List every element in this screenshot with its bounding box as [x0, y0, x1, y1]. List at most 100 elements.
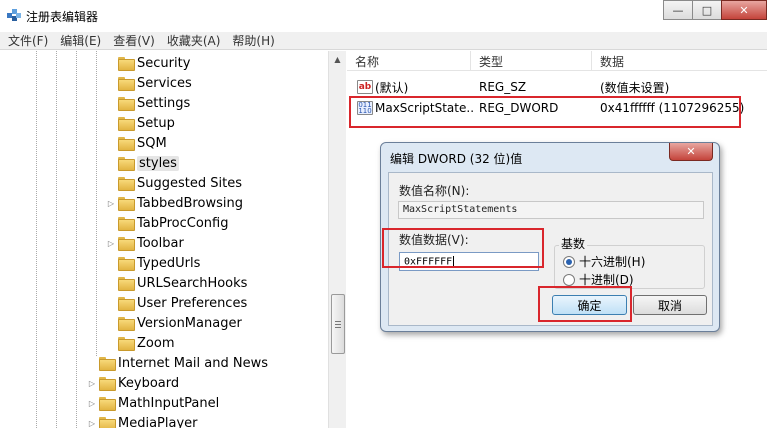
expand-arrow-icon[interactable]: ▷	[106, 239, 116, 248]
folder-icon	[118, 77, 135, 91]
string-value-icon: ab	[357, 80, 373, 94]
tree-item-label: MathInputPanel	[118, 395, 220, 411]
value-name: (默认)	[375, 80, 409, 95]
expand-arrow-icon[interactable]: ▷	[87, 419, 97, 428]
col-header-type[interactable]: 类型	[471, 51, 592, 71]
menu-edit[interactable]: 编辑(E)	[60, 32, 101, 49]
tree-item-label: TypedUrls	[137, 255, 201, 271]
tree-item-label: TabProcConfig	[137, 215, 229, 231]
tree-item-tabbedbrowsing[interactable]: ▷ TabbedBrowsing	[106, 193, 243, 213]
tree-item-versionmanager[interactable]: VersionManager	[106, 313, 242, 333]
tree-item-keyboard[interactable]: ▷ Keyboard	[87, 373, 179, 393]
folder-icon	[118, 237, 135, 251]
tree-scrollbar[interactable]: ▲	[328, 51, 346, 428]
folder-icon	[99, 377, 116, 391]
tree-item-label: Services	[137, 75, 192, 91]
expand-arrow-icon[interactable]: ▷	[87, 379, 97, 388]
folder-icon	[99, 357, 116, 371]
tree-item-security[interactable]: Security	[106, 53, 190, 73]
tree-item-services[interactable]: Services	[106, 73, 192, 93]
tree-item-label: URLSearchHooks	[137, 275, 248, 291]
expand-arrow-icon[interactable]: ▷	[87, 399, 97, 408]
tree-item-toolbar[interactable]: ▷ Toolbar	[106, 233, 184, 253]
tree-item-label: Suggested Sites	[137, 175, 242, 191]
highlight-box-value-row	[349, 96, 741, 128]
tree-item-mediaplayer[interactable]: ▷ MediaPlayer	[87, 413, 198, 428]
close-button[interactable]: ✕	[721, 0, 767, 20]
tree-item-suggested-sites[interactable]: Suggested Sites	[106, 173, 242, 193]
tree-item-user-preferences[interactable]: User Preferences	[106, 293, 247, 313]
tree-guide-line	[96, 51, 97, 356]
folder-icon	[118, 217, 135, 231]
tree-item-zoom[interactable]: Zoom	[106, 333, 174, 353]
tree-item-label: Zoom	[137, 335, 175, 351]
value-name-label: 数值名称(N):	[399, 184, 470, 198]
tree-item-urlsearchhooks[interactable]: URLSearchHooks	[106, 273, 247, 293]
highlight-box-ok-button	[538, 286, 632, 322]
cancel-button[interactable]: 取消	[633, 295, 707, 315]
folder-icon	[118, 57, 135, 71]
folder-icon	[118, 157, 135, 171]
tree-item-label: styles	[137, 155, 179, 171]
maximize-button[interactable]: □	[692, 0, 722, 20]
radio-selected-icon	[563, 255, 575, 268]
tree-item-mathinputpanel[interactable]: ▷ MathInputPanel	[87, 393, 219, 413]
menu-help[interactable]: 帮助(H)	[232, 32, 274, 49]
tree-item-label: Internet Mail and News	[118, 355, 269, 371]
folder-icon	[118, 177, 135, 191]
value-type: REG_SZ	[479, 80, 527, 94]
col-header-data[interactable]: 数据	[592, 51, 767, 71]
folder-icon	[118, 137, 135, 151]
tree-item-label: Security	[137, 55, 191, 71]
regedit-app-icon	[7, 9, 21, 21]
menu-view[interactable]: 查看(V)	[113, 32, 155, 49]
scroll-thumb[interactable]	[331, 294, 345, 354]
tree-item-label: Settings	[137, 95, 191, 111]
tree-item-label: MediaPlayer	[118, 415, 198, 428]
menu-bar: 文件(F) 编辑(E) 查看(V) 收藏夹(A) 帮助(H)	[0, 32, 767, 50]
folder-icon	[118, 297, 135, 311]
folder-icon	[118, 317, 135, 331]
folder-icon	[118, 257, 135, 271]
tree-item-tabprocconfig[interactable]: TabProcConfig	[106, 213, 229, 233]
tree-item-label: VersionManager	[137, 315, 242, 331]
expand-arrow-icon[interactable]: ▷	[106, 199, 116, 208]
folder-icon	[118, 97, 135, 111]
window-title: 注册表编辑器	[26, 10, 99, 24]
radio-unselected-icon	[563, 273, 575, 286]
title-bar: 注册表编辑器 — □ ✕	[0, 0, 767, 32]
tree-item-typedurls[interactable]: TypedUrls	[106, 253, 200, 273]
tree-item-label: User Preferences	[137, 295, 248, 311]
scroll-up-arrow-icon[interactable]: ▲	[331, 55, 344, 67]
window-controls: — □ ✕	[663, 0, 767, 22]
grip-line	[335, 321, 341, 322]
value-row-default[interactable]: ab (默认) REG_SZ (数值未设置)	[347, 77, 767, 97]
highlight-box-data-field	[382, 228, 544, 268]
menu-file[interactable]: 文件(F)	[8, 32, 48, 49]
radio-hexadecimal[interactable]: 十六进制(H)	[563, 253, 645, 270]
tree-item-label: Keyboard	[118, 375, 180, 391]
dialog-close-button[interactable]: ✕	[669, 143, 713, 161]
folder-icon	[99, 417, 116, 428]
value-data: (数值未设置)	[600, 80, 670, 95]
menu-favorites[interactable]: 收藏夹(A)	[167, 32, 221, 49]
tree-item-setup[interactable]: Setup	[106, 113, 175, 133]
tree-item-settings[interactable]: Settings	[106, 93, 190, 113]
grip-line	[335, 324, 341, 325]
tree-item-styles[interactable]: styles	[106, 153, 179, 173]
tree-guide-line	[76, 51, 77, 428]
value-name-field: MaxScriptStatements	[398, 201, 704, 219]
tree-item-sqm[interactable]: SQM	[106, 133, 167, 153]
minimize-button[interactable]: —	[663, 0, 693, 20]
base-label: 基数	[559, 235, 588, 252]
tree-item-label: SQM	[137, 135, 167, 151]
tree-item-internet-mail-and-news[interactable]: Internet Mail and News	[87, 353, 268, 373]
registry-tree-pane[interactable]: Security Services Settings Setup SQM styles Su…	[0, 51, 346, 428]
folder-icon	[118, 337, 135, 351]
folder-icon	[118, 197, 135, 211]
folder-icon	[99, 397, 116, 411]
grip-line	[335, 327, 341, 328]
tree-item-label: TabbedBrowsing	[137, 195, 243, 211]
col-header-name[interactable]: 名称	[347, 51, 471, 71]
folder-icon	[118, 277, 135, 291]
